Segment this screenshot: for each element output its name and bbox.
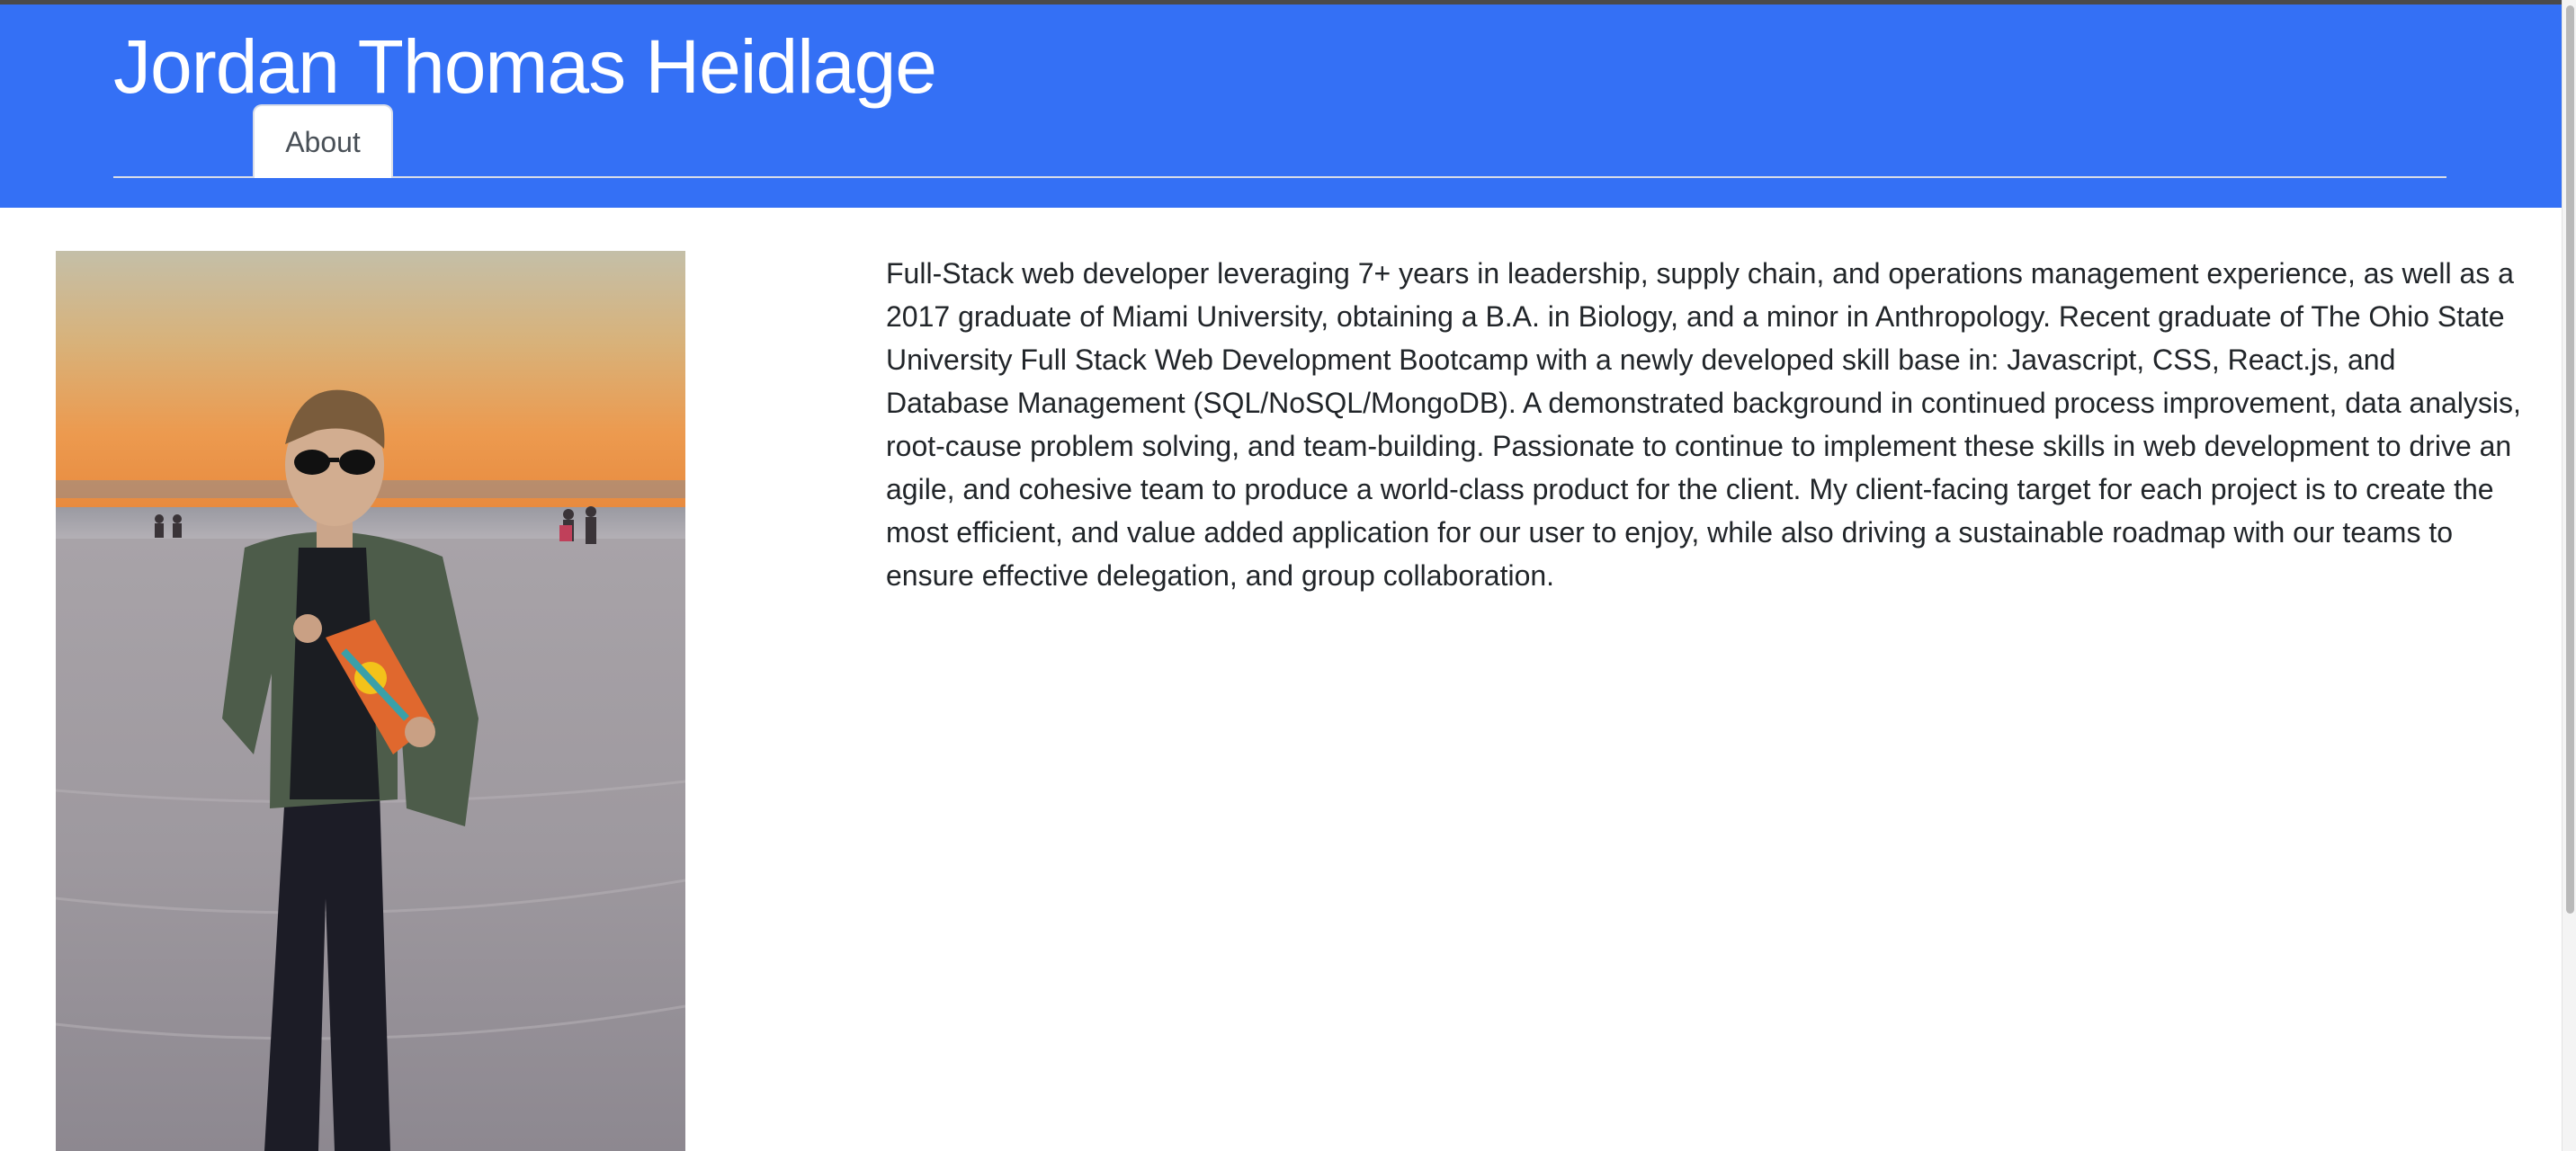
scrollbar-thumb[interactable] xyxy=(2566,5,2574,914)
site-title: Jordan Thomas Heidlage xyxy=(113,24,937,109)
profile-photo-image xyxy=(56,251,685,1151)
nav-divider xyxy=(113,176,2446,178)
site-header: Jordan Thomas Heidlage About xyxy=(0,4,2562,208)
tab-about[interactable]: About xyxy=(253,104,393,178)
profile-photo xyxy=(56,251,685,1151)
bio-text: Full-Stack web developer leveraging 7+ y… xyxy=(886,257,2521,592)
